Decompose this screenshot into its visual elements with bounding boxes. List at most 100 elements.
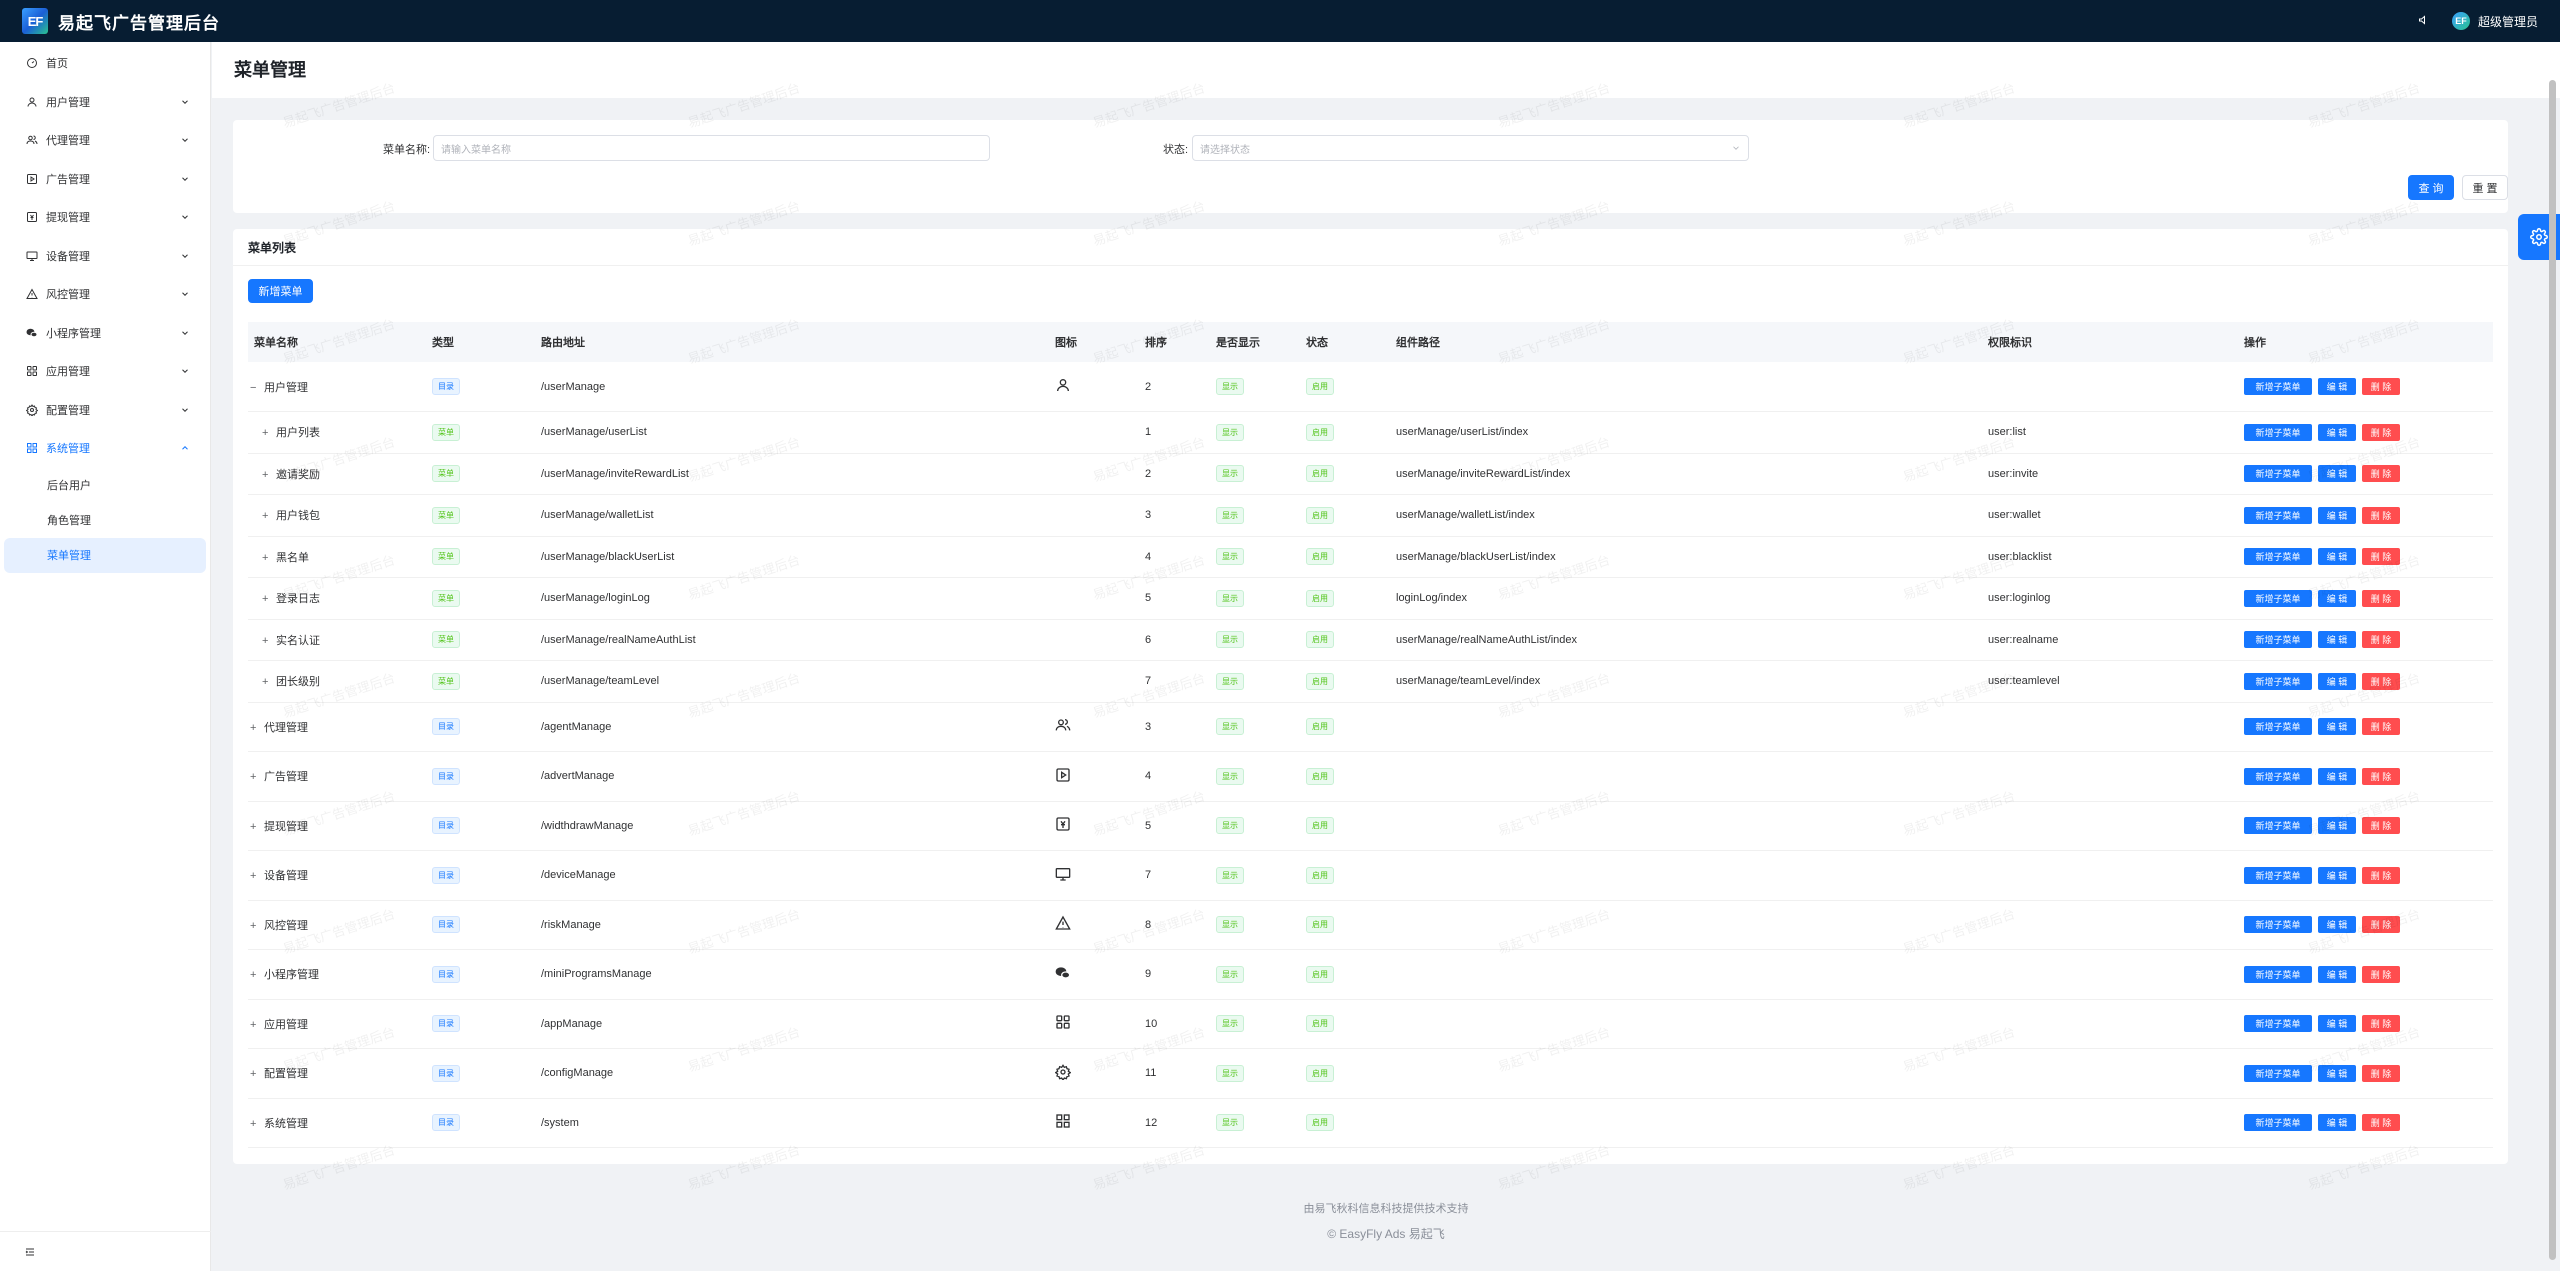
expand-toggle[interactable]: + [262,469,272,481]
add-submenu-button[interactable]: 新增子菜单 [2244,378,2312,395]
expand-toggle[interactable]: + [262,635,272,647]
add-submenu-button[interactable]: 新增子菜单 [2244,672,2312,690]
sidebar-item-1[interactable]: 用户管理 [0,83,210,122]
delete-button[interactable]: 删 除 [2362,378,2400,395]
status-select[interactable]: 请选择状态 [1192,135,1749,161]
sidebar-item-5[interactable]: 设备管理 [0,237,210,276]
delete-button[interactable]: 删 除 [2362,548,2400,566]
edit-button[interactable]: 编 辑 [2318,1015,2356,1033]
delete-button[interactable]: 删 除 [2362,916,2400,934]
expand-toggle[interactable]: + [262,510,272,522]
add-submenu-button[interactable]: 新增子菜单 [2244,631,2312,649]
expand-toggle[interactable]: + [250,1019,260,1031]
delete-button[interactable]: 删 除 [2362,589,2400,607]
edit-button[interactable]: 编 辑 [2318,916,2356,934]
menu-name-input[interactable]: 请输入菜单名称 [433,135,990,161]
edit-button[interactable]: 编 辑 [2318,378,2356,395]
expand-toggle[interactable]: + [250,1118,260,1130]
expand-toggle[interactable]: + [262,676,272,688]
delete-button[interactable]: 删 除 [2362,672,2400,690]
sidebar-item-6[interactable]: 风控管理 [0,275,210,314]
edit-button[interactable]: 编 辑 [2318,817,2356,835]
add-submenu-button[interactable]: 新增子菜单 [2244,465,2312,483]
sidebar-item-4[interactable]: 提现管理 [0,198,210,237]
delete-button[interactable]: 删 除 [2362,1015,2400,1033]
cell-status: 启用 [1300,453,1390,495]
delete-button[interactable]: 删 除 [2362,1114,2400,1132]
add-submenu-button[interactable]: 新增子菜单 [2244,1064,2312,1082]
sidebar-item-7[interactable]: 小程序管理 [0,314,210,353]
delete-button[interactable]: 删 除 [2362,1064,2400,1082]
edit-button[interactable]: 编 辑 [2318,718,2356,736]
sidebar-subitem-1[interactable]: 角色管理 [0,503,210,538]
add-submenu-button[interactable]: 新增子菜单 [2244,1114,2312,1132]
expand-toggle[interactable]: + [262,427,272,439]
add-submenu-button[interactable]: 新增子菜单 [2244,965,2312,983]
expand-toggle[interactable]: + [262,593,272,605]
delete-button[interactable]: 删 除 [2362,506,2400,524]
edit-button[interactable]: 编 辑 [2318,465,2356,483]
add-menu-button[interactable]: 新增菜单 [248,279,313,303]
user-menu[interactable]: EF 超级管理员 [2451,12,2538,30]
reset-button[interactable]: 重 置 [2462,175,2508,200]
expand-toggle[interactable]: + [250,1068,260,1080]
expand-toggle[interactable]: + [250,821,260,833]
edit-button[interactable]: 编 辑 [2318,589,2356,607]
delete-button[interactable]: 删 除 [2362,965,2400,983]
edit-button[interactable]: 编 辑 [2318,866,2356,884]
edit-button[interactable]: 编 辑 [2318,506,2356,524]
sidebar-subitem-2[interactable]: 菜单管理 [4,537,206,573]
edit-button[interactable]: 编 辑 [2318,1064,2356,1082]
expand-toggle[interactable]: − [250,382,260,394]
edit-button[interactable]: 编 辑 [2318,631,2356,649]
sidebar-item-9[interactable]: 配置管理 [0,391,210,430]
edit-button[interactable]: 编 辑 [2318,767,2356,785]
delete-button[interactable]: 删 除 [2362,718,2400,736]
type-tag: 菜单 [432,631,460,649]
cell-type: 目录 [426,900,535,950]
delete-button[interactable]: 删 除 [2362,465,2400,483]
expand-toggle[interactable]: + [250,771,260,783]
cell-actions: 新增子菜单编 辑删 除 [2238,801,2493,851]
sidebar-item-10[interactable]: 系统管理 [0,429,210,468]
notification-icon[interactable] [2418,14,2430,29]
sidebar-item-2[interactable]: 代理管理 [0,121,210,160]
delete-button[interactable]: 删 除 [2362,423,2400,441]
cell-visible: 显示 [1210,577,1300,620]
status-tag: 启用 [1306,866,1334,884]
edit-button[interactable]: 编 辑 [2318,1114,2356,1132]
edit-button[interactable]: 编 辑 [2318,423,2356,441]
add-submenu-button[interactable]: 新增子菜单 [2244,423,2312,441]
edit-button[interactable]: 编 辑 [2318,672,2356,690]
collapse-sidebar-button[interactable] [0,1231,211,1271]
add-submenu-button[interactable]: 新增子菜单 [2244,916,2312,934]
menu-table: 菜单名称 类型 路由地址 图标 排序 是否显示 状态 组件路径 权限标识 操作 … [248,322,2493,1148]
query-button[interactable]: 查 询 [2408,175,2454,200]
cell-component [1390,362,1982,412]
delete-button[interactable]: 删 除 [2362,866,2400,884]
brand[interactable]: EF 易起飞广告管理后台 [22,8,220,34]
add-submenu-button[interactable]: 新增子菜单 [2244,589,2312,607]
sidebar-item-3[interactable]: 广告管理 [0,160,210,199]
add-submenu-button[interactable]: 新增子菜单 [2244,718,2312,736]
delete-button[interactable]: 删 除 [2362,817,2400,835]
expand-toggle[interactable]: + [250,920,260,932]
add-submenu-button[interactable]: 新增子菜单 [2244,767,2312,785]
edit-button[interactable]: 编 辑 [2318,965,2356,983]
delete-button[interactable]: 删 除 [2362,767,2400,785]
sidebar-subitem-0[interactable]: 后台用户 [0,468,210,503]
add-submenu-button[interactable]: 新增子菜单 [2244,548,2312,566]
sidebar-item-0[interactable]: 首页 [0,44,210,83]
delete-button[interactable]: 删 除 [2362,631,2400,649]
expand-toggle[interactable]: + [262,552,272,564]
add-submenu-button[interactable]: 新增子菜单 [2244,506,2312,524]
expand-toggle[interactable]: + [250,870,260,882]
expand-toggle[interactable]: + [250,969,260,981]
scrollbar[interactable] [2549,80,2556,1260]
sidebar-item-8[interactable]: 应用管理 [0,352,210,391]
add-submenu-button[interactable]: 新增子菜单 [2244,1015,2312,1033]
edit-button[interactable]: 编 辑 [2318,548,2356,566]
expand-toggle[interactable]: + [250,722,260,734]
add-submenu-button[interactable]: 新增子菜单 [2244,866,2312,884]
add-submenu-button[interactable]: 新增子菜单 [2244,817,2312,835]
